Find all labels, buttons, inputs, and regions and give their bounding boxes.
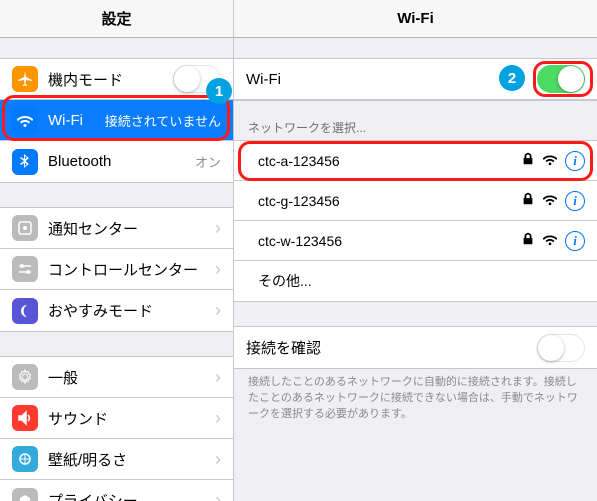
wallpaper-icon <box>12 446 38 472</box>
sidebar-item-sub: 接続されていません <box>105 111 221 130</box>
info-button[interactable]: i <box>565 191 585 211</box>
detail-pane: Wi-Fi Wi-Fi 2 ネットワークを選択... 3 ctc-a-12345… <box>234 0 597 501</box>
sidebar-item-label: 一般 <box>48 367 215 388</box>
sidebar-item-sub: オン <box>195 152 221 171</box>
airplane-icon <box>12 66 38 92</box>
lock-icon <box>521 232 535 249</box>
sidebar-item-sound[interactable]: サウンド› <box>0 398 233 439</box>
other-label: その他... <box>258 271 585 291</box>
sidebar-item-label: Bluetooth <box>48 153 187 170</box>
sidebar-item-label: 壁紙/明るさ <box>48 449 215 470</box>
ask-to-join-row[interactable]: 接続を確認 <box>234 327 597 368</box>
sidebar-item-label: Wi-Fi <box>48 112 97 129</box>
ask-note: 接続したことのあるネットワークに自動的に接続されます。接続したことのあるネットワ… <box>234 369 597 433</box>
gear-icon <box>12 364 38 390</box>
chevron-right-icon: › <box>215 408 221 429</box>
sidebar-item-label: サウンド <box>48 408 215 429</box>
ask-switch[interactable] <box>537 334 585 362</box>
sidebar-item-label: おやすみモード <box>48 300 215 321</box>
moon-icon <box>12 298 38 324</box>
sidebar-item-moon[interactable]: おやすみモード› <box>0 290 233 331</box>
network-row[interactable]: ctc-g-123456 i <box>234 181 597 221</box>
sidebar-item-wallpaper[interactable]: 壁紙/明るさ› <box>0 439 233 480</box>
sidebar-item-control[interactable]: コントロールセンター› <box>0 249 233 290</box>
sidebar-item-airplane[interactable]: 機内モード <box>0 59 233 100</box>
sidebar-item-label: 通知センター <box>48 218 215 239</box>
badge-1: 1 <box>206 78 232 104</box>
sidebar-item-label: コントロールセンター <box>48 259 215 280</box>
chevron-right-icon: › <box>215 300 221 321</box>
wifi-label: Wi-Fi <box>246 71 537 88</box>
sidebar-title: 設定 <box>0 0 233 38</box>
chevron-right-icon: › <box>215 259 221 280</box>
sidebar-item-bluetooth[interactable]: Bluetooth オン <box>0 141 233 182</box>
wifi-signal-icon <box>543 192 557 209</box>
ask-label: 接続を確認 <box>246 337 537 358</box>
sidebar-item-wifi[interactable]: Wi-Fi 接続されていません <box>0 100 233 141</box>
control-icon <box>12 256 38 282</box>
settings-sidebar: 設定 機内モードWi-Fi接続されていませんBluetoothオン通知センター›… <box>0 0 234 501</box>
sidebar-item-privacy[interactable]: プライバシー› <box>0 480 233 501</box>
network-name: ctc-w-123456 <box>258 233 521 249</box>
wifi-signal-icon <box>543 232 557 249</box>
sound-icon <box>12 405 38 431</box>
other-network-row[interactable]: その他... <box>234 261 597 301</box>
wifi-toggle-row[interactable]: Wi-Fi <box>234 59 597 100</box>
wifi-signal-icon <box>543 152 557 169</box>
wifi-icon <box>12 107 38 133</box>
info-button[interactable]: i <box>565 231 585 251</box>
sidebar-item-notify[interactable]: 通知センター› <box>0 208 233 249</box>
detail-title: Wi-Fi <box>234 0 597 38</box>
notify-icon <box>12 215 38 241</box>
sidebar-item-label: 機内モード <box>48 69 173 90</box>
badge-2: 2 <box>499 65 525 91</box>
chevron-right-icon: › <box>215 218 221 239</box>
lock-icon <box>521 152 535 169</box>
chevron-right-icon: › <box>215 490 221 501</box>
network-name: ctc-a-123456 <box>258 153 521 169</box>
choose-network-label: ネットワークを選択... <box>234 101 597 140</box>
wifi-switch[interactable] <box>537 65 585 93</box>
bluetooth-icon <box>12 149 38 175</box>
privacy-icon <box>12 488 38 501</box>
network-row[interactable]: ctc-w-123456 i <box>234 221 597 261</box>
chevron-right-icon: › <box>215 449 221 470</box>
network-name: ctc-g-123456 <box>258 193 521 209</box>
chevron-right-icon: › <box>215 367 221 388</box>
sidebar-item-label: プライバシー <box>48 490 215 501</box>
sidebar-item-gear[interactable]: 一般› <box>0 357 233 398</box>
info-button[interactable]: i <box>565 151 585 171</box>
network-row[interactable]: ctc-a-123456 i <box>234 141 597 181</box>
lock-icon <box>521 192 535 209</box>
